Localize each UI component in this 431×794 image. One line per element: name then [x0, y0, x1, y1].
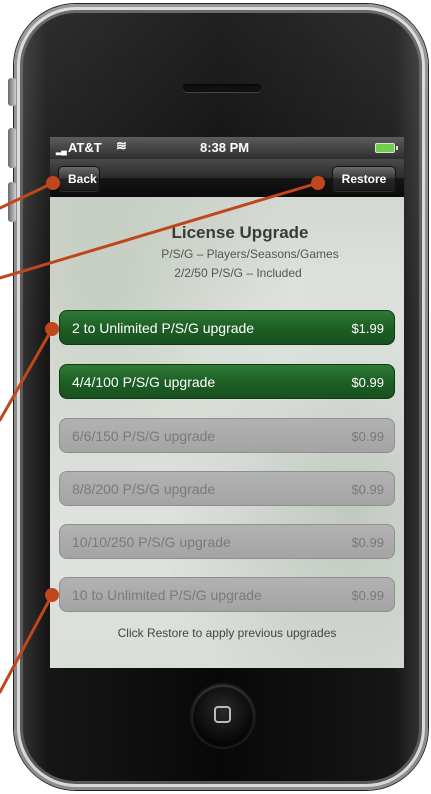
restore-hint: Click Restore to apply previous upgrades: [117, 626, 337, 640]
home-square-icon: [214, 706, 231, 723]
upgrade-name: 8/8/200 P/S/G upgrade: [72, 481, 216, 497]
carrier-label: AT&T: [68, 140, 102, 155]
upgrade-option-10-10-250[interactable]: 10/10/250 P/S/G upgrade $0.99: [59, 524, 395, 559]
status-time: 8:38 PM: [200, 140, 250, 155]
restore-button[interactable]: Restore: [332, 166, 396, 191]
battery-icon: [375, 143, 398, 153]
volume-up-button: [8, 128, 16, 168]
upgrade-option-2-unlimited[interactable]: 2 to Unlimited P/S/G upgrade $1.99: [59, 310, 395, 345]
upgrade-price: $0.99: [351, 535, 384, 550]
upgrade-price: $0.99: [351, 429, 384, 444]
navigation-bar: Back Restore: [50, 159, 404, 197]
wifi-icon: ≋: [116, 138, 127, 153]
upgrade-price: $0.99: [351, 588, 384, 603]
upgrade-option-6-6-150[interactable]: 6/6/150 P/S/G upgrade $0.99: [59, 418, 395, 453]
upgrade-option-10-unlimited[interactable]: 10 to Unlimited P/S/G upgrade $0.99: [59, 577, 395, 612]
upgrade-option-4-4-100[interactable]: 4/4/100 P/S/G upgrade $0.99: [59, 364, 395, 399]
license-header: License Upgrade P/S/G – Players/Seasons/…: [50, 223, 404, 280]
screen: ▂▄ AT&T ≋ 8:38 PM Back Restore License U…: [50, 137, 404, 668]
volume-down-button: [8, 182, 16, 222]
home-button-icon[interactable]: [192, 685, 254, 747]
upgrade-name: 10 to Unlimited P/S/G upgrade: [72, 587, 262, 603]
included-note: 2/2/50 P/S/G – Included: [174, 266, 302, 280]
upgrade-option-8-8-200[interactable]: 8/8/200 P/S/G upgrade $0.99: [59, 471, 395, 506]
upgrade-name: 2 to Unlimited P/S/G upgrade: [72, 320, 255, 336]
upgrade-name: 6/6/150 P/S/G upgrade: [72, 428, 216, 444]
upgrade-price: $0.99: [351, 482, 384, 497]
back-button[interactable]: Back: [58, 166, 100, 191]
signal-icon: ▂▄: [56, 146, 67, 155]
upgrade-name: 4/4/100 P/S/G upgrade: [72, 374, 216, 390]
upgrade-price: $0.99: [351, 375, 384, 390]
upgrade-name: 10/10/250 P/S/G upgrade: [72, 534, 231, 550]
page-title: License Upgrade: [171, 223, 309, 242]
upgrade-price: $1.99: [351, 321, 384, 336]
earpiece-speaker: [183, 84, 261, 92]
page-subtitle: P/S/G – Players/Seasons/Games: [161, 247, 339, 261]
mute-switch: [8, 78, 16, 106]
status-bar: ▂▄ AT&T ≋ 8:38 PM: [50, 137, 404, 159]
